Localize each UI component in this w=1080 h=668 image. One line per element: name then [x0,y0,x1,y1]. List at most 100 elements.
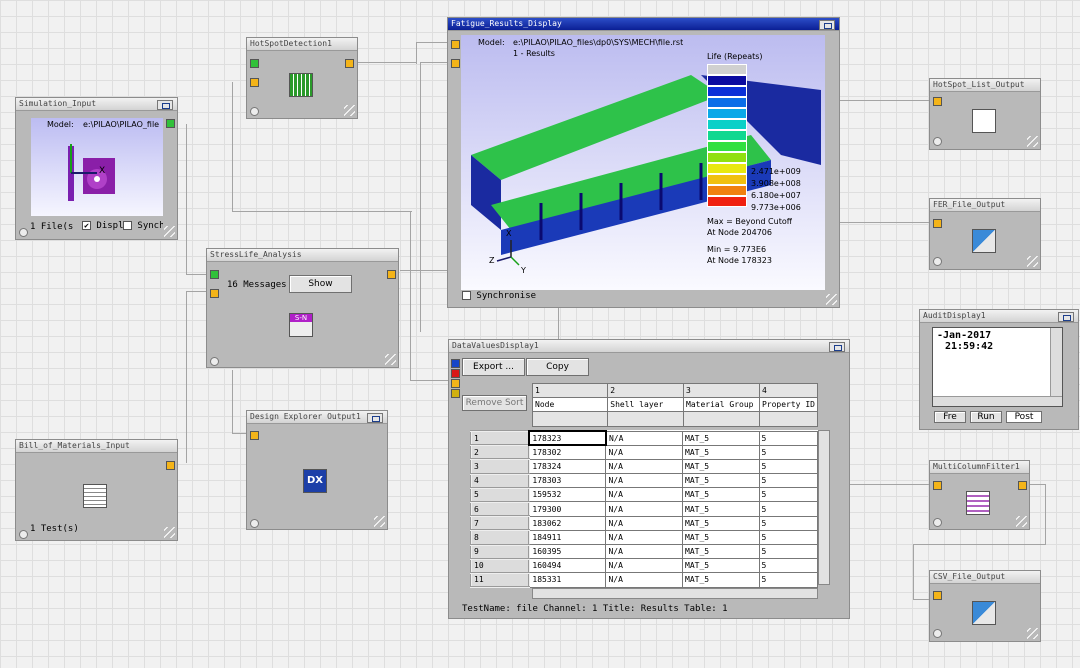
input-port[interactable] [451,359,460,368]
resize-grip[interactable] [1027,628,1038,639]
column-header-shell-layer[interactable]: Shell layer [607,397,685,413]
synchronise-checkbox[interactable]: Synchronise [462,291,536,301]
table-cell[interactable]: 5 [758,501,819,517]
table-row[interactable]: 3 178324 N/A MAT_5 5 [469,458,819,475]
vertical-scrollbar[interactable] [818,430,830,585]
table-cell[interactable]: MAT_5 [682,430,760,446]
resize-grip[interactable] [1016,516,1027,527]
node-knob[interactable] [19,228,28,237]
filter-table-icon[interactable] [966,491,990,515]
table-cell[interactable]: N/A [605,458,683,475]
table-cell[interactable]: MAT_5 [682,501,760,517]
tab-post[interactable]: Post [1006,411,1042,423]
table-cell[interactable]: MAT_5 [682,529,760,546]
output-port[interactable] [387,270,396,279]
row-number[interactable]: 11 [469,571,531,589]
resize-grip[interactable] [164,226,175,237]
row-number[interactable]: 6 [469,500,531,518]
hotspot-detection-node[interactable]: HotSpotDetection1 [246,37,358,119]
input-port[interactable] [250,78,259,87]
multi-column-filter-node[interactable]: MultiColumnFilter1 [929,460,1030,530]
input-port[interactable] [250,59,259,68]
node-knob[interactable] [210,357,219,366]
remove-sort-button[interactable]: Remove Sort [462,395,527,411]
row-number[interactable]: 9 [469,543,531,560]
hotspot-grid-icon[interactable] [289,73,313,97]
table-cell[interactable]: N/A [605,572,683,588]
input-port[interactable] [933,219,942,228]
row-number[interactable]: 1 [469,429,531,447]
table-cell[interactable]: 159532 [528,487,607,503]
resize-grip[interactable] [826,294,837,305]
output-port[interactable] [345,59,354,68]
input-port[interactable] [451,369,460,378]
window-restore-button[interactable] [367,413,383,423]
table-cell[interactable]: 178324 [528,458,607,475]
node-knob[interactable] [933,629,942,638]
resize-grip[interactable] [374,516,385,527]
table-cell[interactable]: 160494 [528,558,607,574]
fatigue-results-display[interactable]: Fatigue_Results_Display Model: e:\PILAO\… [447,17,840,308]
table-row[interactable]: 7 183062 N/A MAT_5 5 [469,515,819,532]
node-knob[interactable] [250,519,259,528]
table-cell[interactable]: MAT_5 [682,543,760,560]
table-row[interactable]: 2 178302 N/A MAT_5 5 [469,444,819,461]
table-cell[interactable]: MAT_5 [682,487,760,503]
table-cell[interactable]: 5 [758,430,819,446]
filter-cell[interactable] [607,411,685,427]
save-disk-icon[interactable] [972,229,996,253]
row-number[interactable]: 2 [469,444,531,461]
output-port[interactable] [166,119,175,128]
table-row[interactable]: 11 185331 N/A MAT_5 5 [469,571,819,589]
bill-of-materials-node[interactable]: Bill_of_Materials_Input 1 Test(s) [15,439,178,541]
table-cell[interactable]: 179300 [528,501,607,517]
horizontal-scrollbar[interactable] [933,396,1062,406]
window-restore-button[interactable] [157,100,173,110]
window-restore-button[interactable] [1058,312,1074,322]
row-number[interactable]: 4 [469,472,531,489]
table-cell[interactable]: 5 [758,558,819,574]
table-row[interactable]: 6 179300 N/A MAT_5 5 [469,500,819,518]
resize-grip[interactable] [1027,136,1038,147]
table-cell[interactable]: N/A [605,487,683,503]
column-header-node[interactable]: Node [531,397,609,413]
table-cell[interactable]: N/A [605,473,683,489]
table-cell[interactable]: N/A [605,501,683,517]
input-port[interactable] [451,389,460,398]
copy-button[interactable]: Copy [526,358,589,376]
save-disk-icon[interactable] [972,601,996,625]
table-cell[interactable]: MAT_5 [682,558,760,574]
input-port[interactable] [210,289,219,298]
table-cell[interactable]: 178302 [528,444,607,460]
table-cell[interactable]: N/A [605,558,683,574]
table-cell[interactable]: N/A [605,444,683,460]
table-cell[interactable]: 178323 [528,429,607,447]
synch-checkbox[interactable]: Synch [123,221,163,231]
dx-logo-icon[interactable]: DX [303,469,327,493]
table-row[interactable]: 1 178323 N/A MAT_5 5 [469,429,819,447]
row-number[interactable]: 5 [469,486,531,503]
table-row[interactable]: 10 160494 N/A MAT_5 5 [469,557,819,574]
filter-cell[interactable] [758,411,819,427]
sn-curve-icon[interactable]: S-N [289,313,313,337]
filter-cell[interactable] [531,411,609,427]
design-explorer-output-node[interactable]: Design Explorer Output1 DX [246,410,388,530]
input-port[interactable] [933,481,942,490]
stresslife-analysis-node[interactable]: StressLife_Analysis 16 Messages Show S-N [206,248,399,368]
bill-of-materials-icon[interactable] [83,484,107,508]
export-button[interactable]: Export ... [462,358,525,376]
table-cell[interactable]: 5 [758,487,819,503]
table-cell[interactable]: 183062 [528,515,607,531]
tab-fre[interactable]: Fre [934,411,966,423]
table-cell[interactable]: MAT_5 [682,515,760,531]
table-cell[interactable]: 5 [758,444,819,460]
table-cell[interactable]: N/A [605,430,683,446]
hotspot-list-output-node[interactable]: HotSpot_List_Output [929,78,1041,150]
vertical-scrollbar[interactable] [1050,328,1062,406]
table-cell[interactable]: 5 [758,515,819,531]
horizontal-scrollbar[interactable] [532,588,818,599]
table-cell[interactable]: 5 [758,473,819,489]
input-port[interactable] [210,270,219,279]
input-port[interactable] [451,40,460,49]
table-row[interactable]: 4 178303 N/A MAT_5 5 [469,472,819,489]
